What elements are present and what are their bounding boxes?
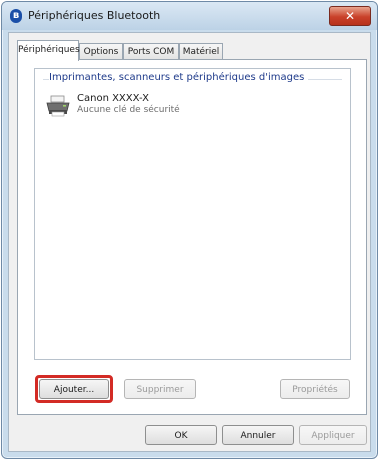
group-title: Imprimantes, scanneurs et périphériques … [49, 72, 309, 83]
device-status: Aucune clé de sécurité [77, 105, 180, 115]
tab-peripheriques[interactable]: Périphériques [17, 40, 80, 61]
add-button[interactable]: Ajouter... [39, 379, 109, 399]
cancel-button[interactable]: Annuler [222, 425, 294, 445]
ok-button[interactable]: OK [145, 425, 217, 445]
tab-ports-com[interactable]: Ports COM [123, 43, 179, 60]
dialog-body: Périphériques Options Ports COM Matériel… [8, 32, 371, 452]
peripheriques-panel: Imprimantes, scanneurs et périphériques … [17, 59, 367, 415]
tab-materiel[interactable]: Matériel [179, 43, 223, 60]
tab-options[interactable]: Options [79, 43, 123, 60]
list-item-device[interactable]: Canon XXXX-X Aucune clé de sécurité [45, 93, 245, 121]
apply-button[interactable]: Appliquer [299, 425, 367, 445]
printer-icon [46, 95, 70, 117]
close-button[interactable]: ✕ [329, 6, 371, 26]
properties-button[interactable]: Propriétés [280, 379, 350, 399]
remove-button[interactable]: Supprimer [124, 379, 196, 399]
bluetooth-devices-window: ʙ Périphériques Bluetooth ✕ Périphérique… [1, 1, 378, 459]
window-title: Périphériques Bluetooth [28, 9, 161, 22]
device-list[interactable]: Imprimantes, scanneurs et périphériques … [34, 68, 351, 360]
title-bar: ʙ Périphériques Bluetooth ✕ [2, 2, 377, 30]
device-group-header: Imprimantes, scanneurs et périphériques … [43, 72, 342, 86]
bluetooth-icon: ʙ [10, 9, 22, 23]
device-name: Canon XXXX-X [77, 93, 149, 104]
